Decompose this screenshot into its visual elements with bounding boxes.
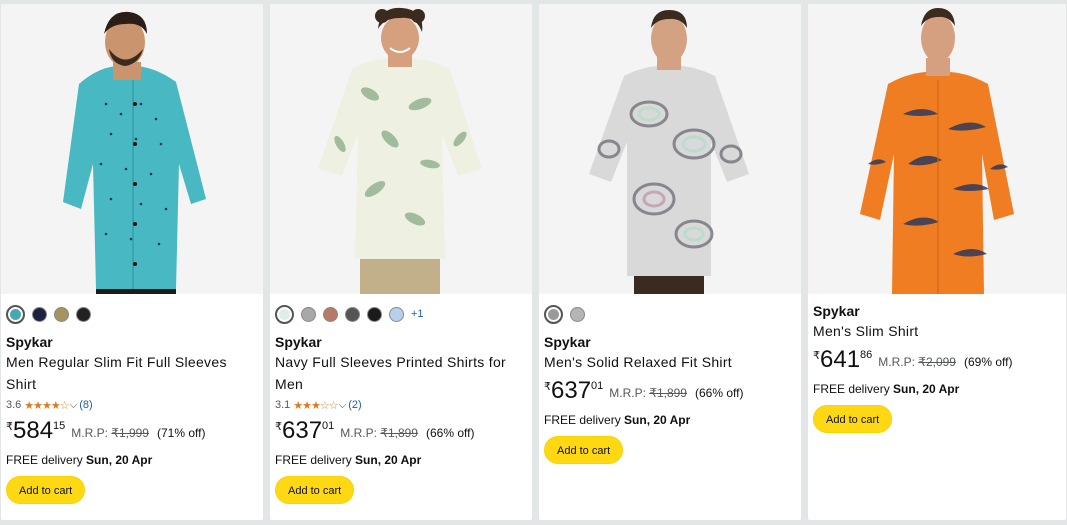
product-image[interactable] (270, 4, 532, 294)
color-swatch[interactable] (544, 304, 563, 324)
price-row: ₹ 637 01 M.R.P: ₹1,899 (66% off) (275, 417, 527, 447)
product-title[interactable]: Men's Slim Shirt (813, 320, 1061, 342)
delivery-date: Sun, 20 Apr (893, 382, 960, 396)
rating-count[interactable]: (2) (348, 399, 361, 411)
product-brand: Spykar (6, 334, 53, 350)
color-swatches (544, 302, 796, 326)
color-swatches (6, 302, 258, 326)
chevron-down-icon[interactable]: ⌵ (70, 400, 78, 411)
chevron-down-icon[interactable]: ⌵ (339, 400, 347, 411)
mrp: M.R.P: ₹1,899 (609, 386, 687, 400)
product-card[interactable]: +1 Spykar Navy Full Sleeves Printed Shir… (270, 4, 532, 520)
discount: (69% off) (963, 355, 1013, 369)
product-brand: Spykar (813, 303, 860, 319)
more-colors-link[interactable]: +1 (411, 308, 424, 320)
color-swatch[interactable] (570, 306, 585, 322)
color-swatch[interactable] (54, 306, 69, 322)
mrp-value: ₹1,999 (111, 426, 149, 440)
delivery-prefix: FREE delivery (275, 453, 352, 467)
product-brand: Spykar (275, 334, 322, 350)
add-to-cart-button[interactable]: Add to cart (275, 476, 355, 504)
delivery-date: Sun, 20 Apr (624, 413, 691, 427)
mrp-label: M.R.P: (71, 426, 108, 440)
mrp: M.R.P: ₹1,899 (340, 426, 418, 440)
price-row: ₹ 637 01 M.R.P: ₹1,899 (66% off) (544, 377, 796, 407)
price-currency: ₹ (813, 350, 820, 362)
star-rating-icon: ★★★☆☆ (293, 399, 338, 412)
product-title[interactable]: Men Regular Slim Fit Full Sleeves Shirt (6, 351, 258, 395)
mrp-value: ₹1,899 (649, 386, 687, 400)
price-whole: 584 (13, 417, 54, 444)
price-fraction: 86 (860, 349, 873, 361)
price-fraction: 01 (591, 380, 604, 392)
mrp-value: ₹2,099 (918, 355, 956, 369)
discount: (66% off) (694, 386, 744, 400)
mrp-label: M.R.P: (609, 386, 646, 400)
add-to-cart-button[interactable]: Add to cart (544, 436, 624, 464)
product-image[interactable] (808, 4, 1066, 294)
price-currency: ₹ (275, 421, 282, 433)
price-row: ₹ 584 15 M.R.P: ₹1,999 (71% off) (6, 417, 258, 447)
product-card[interactable]: Spykar Men's Slim Shirt ₹ 641 86 M.R.P: … (808, 4, 1066, 520)
add-to-cart-button[interactable]: Add to cart (813, 405, 893, 433)
mrp-label: M.R.P: (340, 426, 377, 440)
delivery-date: Sun, 20 Apr (355, 453, 422, 467)
product-card[interactable]: Spykar Men Regular Slim Fit Full Sleeves… (1, 4, 263, 520)
color-swatch[interactable] (275, 304, 294, 324)
product-rating[interactable]: 3.1 ★★★☆☆ ⌵ (2) (275, 397, 527, 413)
color-swatch[interactable] (6, 304, 25, 324)
color-swatch[interactable] (389, 306, 404, 322)
color-swatch[interactable] (323, 306, 338, 322)
price-fraction: 01 (322, 420, 335, 432)
color-swatch[interactable] (367, 306, 382, 322)
color-swatch[interactable] (32, 306, 47, 322)
rating-count[interactable]: (8) (79, 399, 92, 411)
mrp-value: ₹1,899 (380, 426, 418, 440)
price-whole: 637 (282, 417, 323, 444)
delivery-info: FREE delivery Sun, 20 Apr (813, 380, 1061, 398)
product-title[interactable]: Navy Full Sleeves Printed Shirts for Men (275, 351, 527, 395)
product-card[interactable]: Spykar Men's Solid Relaxed Fit Shirt ₹ 6… (539, 4, 801, 520)
product-brand: Spykar (544, 334, 591, 350)
delivery-prefix: FREE delivery (813, 382, 890, 396)
color-swatch[interactable] (345, 306, 360, 322)
product-grid: Spykar Men Regular Slim Fit Full Sleeves… (0, 0, 1067, 525)
delivery-info: FREE delivery Sun, 20 Apr (544, 411, 796, 429)
delivery-prefix: FREE delivery (6, 453, 83, 467)
product-image[interactable] (539, 4, 801, 294)
star-rating-icon: ★★★★☆ (24, 399, 69, 412)
discount: (66% off) (425, 426, 475, 440)
color-swatch[interactable] (76, 306, 91, 322)
product-title[interactable]: Men's Solid Relaxed Fit Shirt (544, 351, 796, 373)
delivery-info: FREE delivery Sun, 20 Apr (6, 451, 258, 469)
rating-value: 3.6 (6, 399, 22, 411)
price-currency: ₹ (6, 421, 13, 433)
product-image[interactable] (1, 4, 263, 294)
rating-value: 3.1 (275, 399, 291, 411)
color-swatch[interactable] (301, 306, 316, 322)
price-currency: ₹ (544, 381, 551, 393)
add-to-cart-button[interactable]: Add to cart (6, 476, 86, 504)
product-rating[interactable]: 3.6 ★★★★☆ ⌵ (8) (6, 397, 258, 413)
price-whole: 641 (820, 346, 861, 373)
discount: (71% off) (156, 426, 206, 440)
mrp: M.R.P: ₹2,099 (878, 355, 956, 369)
color-swatches: +1 (275, 302, 527, 326)
delivery-info: FREE delivery Sun, 20 Apr (275, 451, 527, 469)
price-row: ₹ 641 86 M.R.P: ₹2,099 (69% off) (813, 346, 1061, 376)
price-fraction: 15 (53, 420, 66, 432)
delivery-prefix: FREE delivery (544, 413, 621, 427)
price-whole: 637 (551, 377, 592, 404)
mrp: M.R.P: ₹1,999 (71, 426, 149, 440)
mrp-label: M.R.P: (878, 355, 915, 369)
delivery-date: Sun, 20 Apr (86, 453, 153, 467)
